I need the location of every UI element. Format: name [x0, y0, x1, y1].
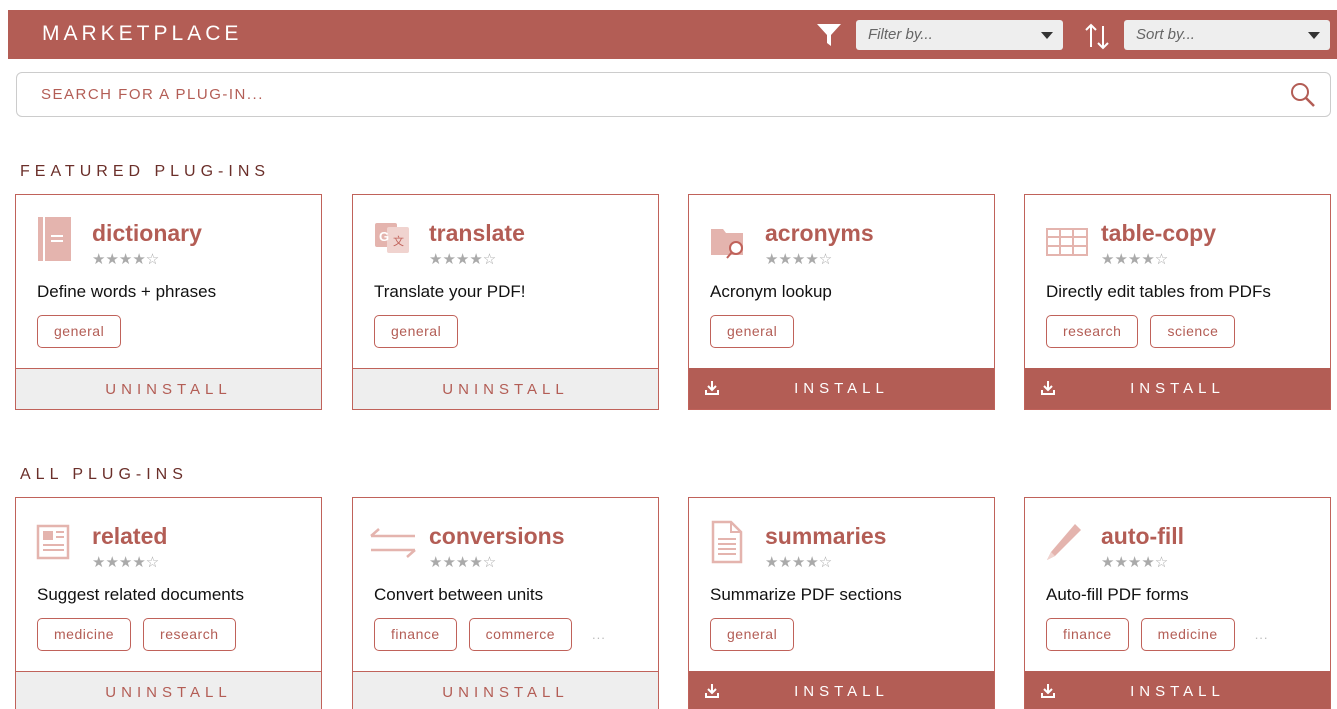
- plugin-description: Translate your PDF!: [374, 282, 526, 301]
- rating-stars: ★★★★☆: [92, 554, 160, 571]
- swap-arrows-icon: [370, 528, 416, 558]
- plugin-card-summaries: summaries ★★★★☆ Summarize PDF sections g…: [688, 497, 995, 709]
- tag[interactable]: general: [374, 315, 459, 348]
- plugin-name: related: [92, 523, 168, 549]
- more-tags-indicator[interactable]: ...: [1255, 627, 1269, 642]
- plugin-card-conversions: conversions ★★★★☆ Convert between units …: [352, 497, 659, 709]
- rating-stars: ★★★★☆: [765, 251, 833, 268]
- install-label: INSTALL: [1130, 380, 1225, 397]
- tag[interactable]: research: [1046, 315, 1139, 348]
- install-button[interactable]: INSTALL: [689, 368, 994, 409]
- featured-section-title: FEATURED PLUG-INS: [20, 163, 271, 180]
- chevron-down-icon: [1308, 32, 1320, 39]
- plugin-name: conversions: [429, 523, 565, 549]
- search-icon[interactable]: [1290, 82, 1316, 108]
- newspaper-icon: [36, 524, 70, 560]
- search-input[interactable]: [39, 85, 1243, 104]
- plugin-name: summaries: [765, 523, 887, 549]
- plugin-name: acronyms: [765, 220, 874, 246]
- plugin-name: auto-fill: [1101, 523, 1185, 549]
- plugin-description: Directly edit tables from PDFs: [1046, 282, 1271, 301]
- tag[interactable]: science: [1150, 315, 1236, 348]
- tag-list: finance commerce ...: [374, 618, 606, 651]
- install-button[interactable]: INSTALL: [1025, 671, 1330, 709]
- plugin-description: Define words + phrases: [37, 282, 217, 301]
- folder-search-icon: [711, 229, 743, 259]
- tag-list: general: [37, 315, 122, 348]
- rating-stars: ★★★★☆: [92, 251, 160, 268]
- table-icon: [1046, 228, 1088, 256]
- rating-stars: ★★★★☆: [1101, 251, 1169, 268]
- sort-select-value: Sort by...: [1136, 26, 1195, 43]
- tag-list: general: [374, 315, 459, 348]
- plugin-card-related: related ★★★★☆ Suggest related documents …: [15, 497, 322, 709]
- tag[interactable]: general: [37, 315, 122, 348]
- rating-stars: ★★★★☆: [765, 554, 833, 571]
- sort-icon[interactable]: [1082, 21, 1112, 51]
- filter-select[interactable]: Filter by...: [856, 20, 1063, 50]
- tag-list: general: [710, 618, 795, 651]
- plugin-name: table-copy: [1101, 220, 1217, 246]
- rating-stars: ★★★★☆: [429, 554, 497, 571]
- tag[interactable]: research: [143, 618, 236, 651]
- download-icon: [705, 381, 719, 395]
- svg-text:文: 文: [393, 234, 404, 248]
- plugin-description: Auto-fill PDF forms: [1046, 585, 1189, 604]
- tag[interactable]: finance: [374, 618, 457, 651]
- uninstall-button[interactable]: UNINSTALL: [353, 671, 658, 709]
- plugin-description: Suggest related documents: [37, 585, 244, 604]
- document-icon: [711, 520, 743, 564]
- more-tags-indicator[interactable]: ...: [592, 627, 606, 642]
- svg-text:G: G: [379, 229, 389, 244]
- all-section-title: ALL PLUG-INS: [20, 466, 188, 483]
- plugin-card-dictionary: dictionary ★★★★☆ Define words + phrases …: [15, 194, 322, 410]
- tag[interactable]: general: [710, 315, 795, 348]
- uninstall-button[interactable]: UNINSTALL: [16, 368, 321, 409]
- pencil-icon: [1047, 524, 1081, 560]
- tag-list: general: [710, 315, 795, 348]
- plugin-description: Acronym lookup: [710, 282, 832, 301]
- marketplace-page: MARKETPLACE Filter by... Sort by... FEAT…: [0, 0, 1337, 709]
- tag-list: finance medicine ...: [1046, 618, 1269, 651]
- plugin-card-translate: G 文 translate ★★★★☆ Translate your PDF! …: [352, 194, 659, 410]
- plugin-card-acronyms: acronyms ★★★★☆ Acronym lookup general IN…: [688, 194, 995, 410]
- book-icon: [38, 217, 71, 261]
- uninstall-button[interactable]: UNINSTALL: [353, 368, 658, 409]
- search-bar: [16, 72, 1331, 117]
- rating-stars: ★★★★☆: [1101, 554, 1169, 571]
- tag[interactable]: medicine: [37, 618, 132, 651]
- download-icon: [705, 684, 719, 698]
- plugin-card-auto-fill: auto-fill ★★★★☆ Auto-fill PDF forms fina…: [1024, 497, 1331, 709]
- translate-icon: G 文: [375, 223, 409, 253]
- install-button[interactable]: INSTALL: [1025, 368, 1330, 409]
- filter-select-value: Filter by...: [868, 26, 933, 43]
- plugin-description: Summarize PDF sections: [710, 585, 902, 604]
- tag-list: research science: [1046, 315, 1236, 348]
- uninstall-button[interactable]: UNINSTALL: [16, 671, 321, 709]
- tag[interactable]: commerce: [468, 618, 573, 651]
- tag[interactable]: finance: [1046, 618, 1129, 651]
- plugin-card-table-copy: table-copy ★★★★☆ Directly edit tables fr…: [1024, 194, 1331, 410]
- sort-select[interactable]: Sort by...: [1124, 20, 1330, 50]
- top-bar: MARKETPLACE Filter by... Sort by...: [8, 10, 1337, 59]
- install-label: INSTALL: [794, 380, 889, 397]
- tag[interactable]: medicine: [1140, 618, 1235, 651]
- tag-list: medicine research: [37, 618, 236, 651]
- install-label: INSTALL: [794, 683, 889, 700]
- marketplace-title: MARKETPLACE: [42, 22, 243, 45]
- chevron-down-icon: [1041, 32, 1053, 39]
- install-button[interactable]: INSTALL: [689, 671, 994, 709]
- download-icon: [1041, 381, 1055, 395]
- tag[interactable]: general: [710, 618, 795, 651]
- download-icon: [1041, 684, 1055, 698]
- plugin-description: Convert between units: [374, 585, 544, 604]
- rating-stars: ★★★★☆: [429, 251, 497, 268]
- plugin-name: dictionary: [92, 220, 202, 246]
- filter-icon[interactable]: [816, 23, 842, 47]
- plugin-name: translate: [429, 220, 525, 246]
- install-label: INSTALL: [1130, 683, 1225, 700]
